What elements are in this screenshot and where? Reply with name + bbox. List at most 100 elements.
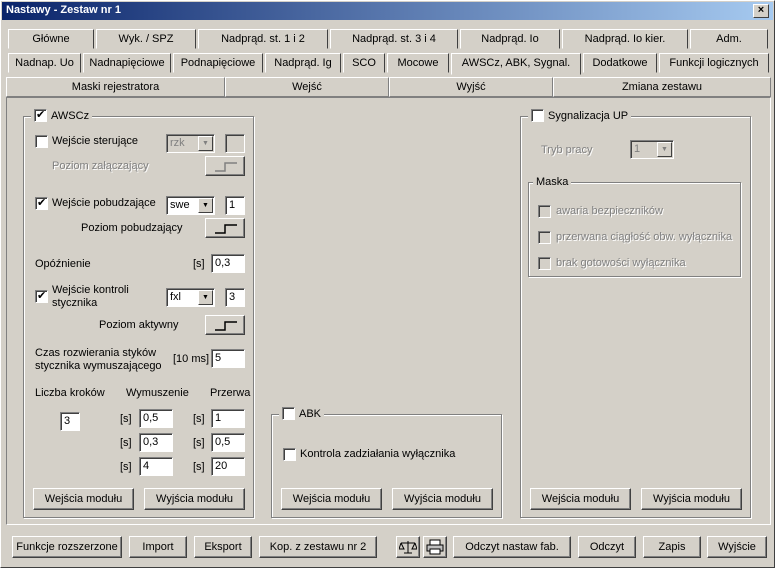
pause-unit: [s] [193, 461, 205, 473]
open-time-field[interactable]: 5 [211, 349, 245, 368]
subtab-zmiana-zestawu[interactable]: Zmiana zestawu [553, 77, 771, 97]
forcing-unit: [s] [120, 413, 132, 425]
awscz-legend: AWSCz [31, 108, 93, 122]
tab-podnapieciowe[interactable]: Podnapięciowe [173, 53, 263, 73]
tab-nadnapieciowe[interactable]: Nadnapięciowe [83, 53, 171, 73]
tab-nadnap-uo[interactable]: Nadnap. Uo [8, 53, 81, 73]
excite-input-checkbox[interactable] [35, 196, 48, 210]
forcing-field-2[interactable]: 0,3 [139, 433, 173, 452]
pause-label: Przerwa [210, 387, 251, 399]
mask-checkbox-fuse[interactable] [538, 205, 551, 218]
tab-glowne[interactable]: Główne [8, 29, 94, 49]
pause-field-2[interactable]: 0,5 [211, 433, 245, 452]
read-factory-button[interactable]: Odczyt nastaw fab. [453, 536, 571, 558]
awscz-checkbox[interactable] [34, 108, 47, 122]
mask-label-fuse: awaria bezpieczników [556, 205, 663, 217]
sygnal-title: Sygnalizacja UP [548, 109, 629, 122]
excite-level-label: Poziom pobudzający [81, 222, 183, 234]
excite-input-label: Wejście pobudzające [52, 197, 156, 209]
breaker-control-checkbox[interactable] [283, 448, 296, 461]
title-bar: Nastawy - Zestaw nr 1 × [2, 2, 773, 20]
control-input-value: rzk [170, 137, 185, 149]
abk-module-outputs-button[interactable]: Wyjścia modułu [392, 488, 493, 510]
tab-awscz-abk-sygnal[interactable]: AWSCz, ABK, Sygnal. [451, 53, 581, 75]
save-button[interactable]: Zapis [643, 536, 701, 558]
contactor-number[interactable]: 3 [225, 288, 245, 307]
abk-title: ABK [299, 407, 322, 420]
forcing-field-1[interactable]: 0,5 [139, 409, 173, 428]
tab-sco[interactable]: SCO [343, 53, 385, 73]
open-time-label: Czas rozwierania styków stycznika wymusz… [35, 347, 162, 372]
active-level-button[interactable] [205, 315, 245, 335]
import-button[interactable]: Import [129, 536, 187, 558]
rising-edge-icon [215, 162, 237, 172]
tab-adm[interactable]: Adm. [690, 29, 768, 49]
steps-label: Liczba kroków [35, 387, 105, 399]
print-button[interactable] [423, 536, 447, 558]
export-button[interactable]: Eksport [194, 536, 252, 558]
active-level-label: Poziom aktywny [99, 319, 179, 331]
subtab-wyjsc[interactable]: Wyjść [389, 77, 553, 97]
pause-unit: [s] [193, 437, 205, 449]
control-input-combo[interactable]: rzk ▼ [166, 134, 215, 153]
delay-field[interactable]: 0,3 [211, 254, 245, 273]
mask-checkbox-ready[interactable] [538, 257, 551, 270]
mask-title: Maska [536, 176, 569, 188]
rising-edge-icon [215, 224, 237, 234]
forcing-unit: [s] [120, 461, 132, 473]
tab-nadprad-io-kier[interactable]: Nadprąd. Io kier. [562, 29, 688, 49]
tab-wyk-spz[interactable]: Wyk. / SPZ [96, 29, 196, 49]
compare-button[interactable] [396, 536, 420, 558]
copy-from-set-button[interactable]: Kop. z zestawu nr 2 [259, 536, 377, 558]
mask-checkbox-continuity[interactable] [538, 231, 551, 244]
forcing-label: Wymuszenie [126, 387, 189, 399]
chevron-down-icon: ▼ [657, 142, 672, 157]
tab-nadprad-ig[interactable]: Nadprąd. Ig [265, 53, 341, 73]
contactor-value: fxl [170, 291, 181, 303]
delay-label: Opóźnienie [35, 258, 91, 270]
delay-unit: [s] [193, 258, 205, 270]
pause-field-1[interactable]: 1 [211, 409, 245, 428]
excite-input-combo[interactable]: swe ▼ [166, 196, 215, 215]
control-input-checkbox[interactable] [35, 135, 48, 148]
contactor-checkbox[interactable] [35, 289, 48, 303]
forcing-field-3[interactable]: 4 [139, 457, 173, 476]
excite-input-value: swe [170, 199, 190, 211]
tab-nadprad-io[interactable]: Nadprąd. Io [460, 29, 560, 49]
close-button[interactable]: × [753, 4, 769, 18]
awscz-module-outputs-button[interactable]: Wyjścia modułu [144, 488, 245, 510]
control-input-label: Wejście sterujące [52, 135, 138, 147]
abk-checkbox[interactable] [282, 407, 295, 420]
subtab-wejsc[interactable]: Wejść [225, 77, 389, 97]
tab-mocowe[interactable]: Mocowe [387, 53, 449, 73]
tab-nadprad-st-1-2[interactable]: Nadprąd. st. 1 i 2 [198, 29, 328, 49]
extended-functions-button[interactable]: Funkcje rozszerzone [12, 536, 122, 558]
settings-window: Nastawy - Zestaw nr 1 × Główne Wyk. / SP… [0, 0, 775, 568]
exit-button[interactable]: Wyjście [707, 536, 767, 558]
subtab-maski-rejestratora[interactable]: Maski rejestratora [6, 77, 225, 97]
abk-legend: ABK [279, 407, 325, 420]
printer-icon [426, 539, 444, 555]
sygnal-module-outputs-button[interactable]: Wyjścia modułu [641, 488, 742, 510]
tab-funkcji-logicznych[interactable]: Funkcji logicznych [659, 53, 769, 73]
contactor-combo[interactable]: fxl ▼ [166, 288, 215, 307]
tab-dodatkowe[interactable]: Dodatkowe [583, 53, 657, 73]
read-button[interactable]: Odczyt [578, 536, 636, 558]
excite-input-number[interactable]: 1 [225, 196, 245, 215]
control-input-number[interactable] [225, 134, 245, 153]
mask-label-ready: brak gotowości wyłącznika [556, 257, 686, 269]
mask-label-continuity: przerwana ciągłość obw. wyłącznika [556, 231, 733, 243]
tab-nadprad-st-3-4[interactable]: Nadprąd. st. 3 i 4 [330, 29, 458, 49]
steps-field[interactable]: 3 [60, 412, 80, 431]
pause-field-3[interactable]: 20 [211, 457, 245, 476]
mode-combo[interactable]: 1 ▼ [630, 140, 674, 159]
sygnal-module-inputs-button[interactable]: Wejścia modułu [530, 488, 631, 510]
enable-level-button[interactable] [205, 156, 245, 176]
awscz-module-inputs-button[interactable]: Wejścia modułu [33, 488, 134, 510]
abk-module-inputs-button[interactable]: Wejścia modułu [281, 488, 382, 510]
sygnal-checkbox[interactable] [531, 109, 544, 122]
pause-unit: [s] [193, 413, 205, 425]
enable-level-label: Poziom załączający [52, 160, 149, 172]
excite-level-button[interactable] [205, 218, 245, 238]
mode-value: 1 [634, 143, 641, 155]
